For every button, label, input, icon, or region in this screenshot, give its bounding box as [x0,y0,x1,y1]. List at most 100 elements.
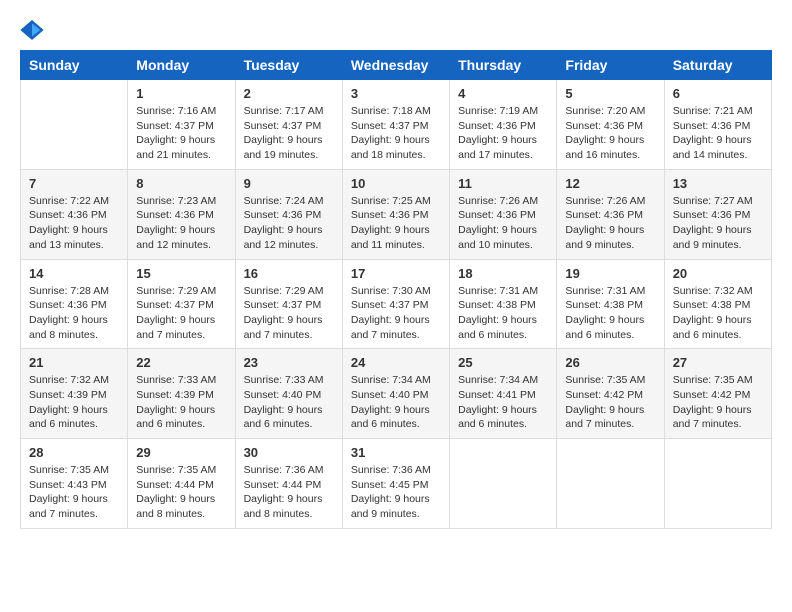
day-info: Sunrise: 7:32 AM Sunset: 4:39 PM Dayligh… [29,373,119,432]
day-number: 9 [244,176,334,191]
day-number: 1 [136,86,226,101]
day-number: 6 [673,86,763,101]
day-cell: 26 Sunrise: 7:35 AM Sunset: 4:42 PM Dayli… [557,349,664,439]
col-header-thursday: Thursday [450,51,557,80]
col-header-saturday: Saturday [664,51,771,80]
header [20,20,772,40]
day-number: 3 [351,86,441,101]
day-cell: 20 Sunrise: 7:32 AM Sunset: 4:38 PM Dayli… [664,259,771,349]
day-info: Sunrise: 7:29 AM Sunset: 4:37 PM Dayligh… [244,284,334,343]
day-info: Sunrise: 7:34 AM Sunset: 4:40 PM Dayligh… [351,373,441,432]
day-info: Sunrise: 7:35 AM Sunset: 4:42 PM Dayligh… [565,373,655,432]
day-info: Sunrise: 7:36 AM Sunset: 4:44 PM Dayligh… [244,463,334,522]
day-cell: 15Sunrise: 7:29 AM Sunset: 4:37 PM Dayli… [128,259,235,349]
day-number: 13 [673,176,763,191]
day-number: 8 [136,176,226,191]
day-cell: 24Sunrise: 7:34 AM Sunset: 4:40 PM Dayli… [342,349,449,439]
col-header-monday: Monday [128,51,235,80]
day-info: Sunrise: 7:26 AM Sunset: 4:36 PM Dayligh… [458,194,548,253]
week-row-5: 28 Sunrise: 7:35 AM Sunset: 4:43 PM Dayli… [21,439,772,529]
col-header-sunday: Sunday [21,51,128,80]
day-cell: 21Sunrise: 7:32 AM Sunset: 4:39 PM Dayli… [21,349,128,439]
day-info: Sunrise: 7:16 AM Sunset: 4:37 PM Dayligh… [136,104,226,163]
day-cell: 12 Sunrise: 7:26 AM Sunset: 4:36 PM Dayli… [557,169,664,259]
week-row-4: 21Sunrise: 7:32 AM Sunset: 4:39 PM Dayli… [21,349,772,439]
day-info: Sunrise: 7:33 AM Sunset: 4:40 PM Dayligh… [244,373,334,432]
day-number: 27 [673,355,763,370]
day-number: 7 [29,176,119,191]
day-number: 17 [351,266,441,281]
day-info: Sunrise: 7:36 AM Sunset: 4:45 PM Dayligh… [351,463,441,522]
day-info: Sunrise: 7:24 AM Sunset: 4:36 PM Dayligh… [244,194,334,253]
day-number: 11 [458,176,548,191]
day-number: 30 [244,445,334,460]
day-number: 28 [29,445,119,460]
day-number: 10 [351,176,441,191]
day-info: Sunrise: 7:31 AM Sunset: 4:38 PM Dayligh… [565,284,655,343]
day-cell [450,439,557,529]
day-number: 2 [244,86,334,101]
day-cell [557,439,664,529]
day-number: 31 [351,445,441,460]
day-cell: 16Sunrise: 7:29 AM Sunset: 4:37 PM Dayli… [235,259,342,349]
day-cell: 2 Sunrise: 7:17 AM Sunset: 4:37 PM Daylig… [235,80,342,170]
week-row-1: 1 Sunrise: 7:16 AM Sunset: 4:37 PM Daylig… [21,80,772,170]
day-cell: 5Sunrise: 7:20 AM Sunset: 4:36 PM Daylig… [557,80,664,170]
day-info: Sunrise: 7:22 AM Sunset: 4:36 PM Dayligh… [29,194,119,253]
day-info: Sunrise: 7:30 AM Sunset: 4:37 PM Dayligh… [351,284,441,343]
logo [20,20,48,40]
day-cell [21,80,128,170]
day-cell: 8Sunrise: 7:23 AM Sunset: 4:36 PM Daylig… [128,169,235,259]
day-info: Sunrise: 7:27 AM Sunset: 4:36 PM Dayligh… [673,194,763,253]
day-number: 22 [136,355,226,370]
week-row-3: 14 Sunrise: 7:28 AM Sunset: 4:36 PM Dayli… [21,259,772,349]
day-number: 26 [565,355,655,370]
day-number: 15 [136,266,226,281]
day-cell: 13 Sunrise: 7:27 AM Sunset: 4:36 PM Dayli… [664,169,771,259]
day-number: 29 [136,445,226,460]
day-cell: 22Sunrise: 7:33 AM Sunset: 4:39 PM Dayli… [128,349,235,439]
day-cell: 19 Sunrise: 7:31 AM Sunset: 4:38 PM Dayli… [557,259,664,349]
day-cell: 7 Sunrise: 7:22 AM Sunset: 4:36 PM Daylig… [21,169,128,259]
col-header-wednesday: Wednesday [342,51,449,80]
day-info: Sunrise: 7:35 AM Sunset: 4:43 PM Dayligh… [29,463,119,522]
day-cell: 17 Sunrise: 7:30 AM Sunset: 4:37 PM Dayli… [342,259,449,349]
day-cell: 10 Sunrise: 7:25 AM Sunset: 4:36 PM Dayli… [342,169,449,259]
day-cell [664,439,771,529]
day-info: Sunrise: 7:20 AM Sunset: 4:36 PM Dayligh… [565,104,655,163]
day-cell: 29 Sunrise: 7:35 AM Sunset: 4:44 PM Dayli… [128,439,235,529]
day-cell: 14 Sunrise: 7:28 AM Sunset: 4:36 PM Dayli… [21,259,128,349]
day-number: 20 [673,266,763,281]
day-cell: 1 Sunrise: 7:16 AM Sunset: 4:37 PM Daylig… [128,80,235,170]
day-info: Sunrise: 7:18 AM Sunset: 4:37 PM Dayligh… [351,104,441,163]
col-header-tuesday: Tuesday [235,51,342,80]
day-info: Sunrise: 7:35 AM Sunset: 4:44 PM Dayligh… [136,463,226,522]
day-info: Sunrise: 7:32 AM Sunset: 4:38 PM Dayligh… [673,284,763,343]
calendar-table: SundayMondayTuesdayWednesdayThursdayFrid… [20,50,772,529]
day-info: Sunrise: 7:31 AM Sunset: 4:38 PM Dayligh… [458,284,548,343]
day-cell: 27 Sunrise: 7:35 AM Sunset: 4:42 PM Dayli… [664,349,771,439]
day-info: Sunrise: 7:19 AM Sunset: 4:36 PM Dayligh… [458,104,548,163]
day-cell: 11 Sunrise: 7:26 AM Sunset: 4:36 PM Dayli… [450,169,557,259]
day-info: Sunrise: 7:21 AM Sunset: 4:36 PM Dayligh… [673,104,763,163]
day-info: Sunrise: 7:17 AM Sunset: 4:37 PM Dayligh… [244,104,334,163]
day-info: Sunrise: 7:28 AM Sunset: 4:36 PM Dayligh… [29,284,119,343]
day-number: 19 [565,266,655,281]
day-info: Sunrise: 7:25 AM Sunset: 4:36 PM Dayligh… [351,194,441,253]
day-cell: 3 Sunrise: 7:18 AM Sunset: 4:37 PM Daylig… [342,80,449,170]
day-number: 12 [565,176,655,191]
day-info: Sunrise: 7:35 AM Sunset: 4:42 PM Dayligh… [673,373,763,432]
day-number: 4 [458,86,548,101]
day-number: 18 [458,266,548,281]
day-cell: 28 Sunrise: 7:35 AM Sunset: 4:43 PM Dayli… [21,439,128,529]
day-cell: 18 Sunrise: 7:31 AM Sunset: 4:38 PM Dayli… [450,259,557,349]
week-row-2: 7 Sunrise: 7:22 AM Sunset: 4:36 PM Daylig… [21,169,772,259]
day-cell: 9 Sunrise: 7:24 AM Sunset: 4:36 PM Daylig… [235,169,342,259]
day-cell: 25Sunrise: 7:34 AM Sunset: 4:41 PM Dayli… [450,349,557,439]
day-info: Sunrise: 7:34 AM Sunset: 4:41 PM Dayligh… [458,373,548,432]
day-cell: 4 Sunrise: 7:19 AM Sunset: 4:36 PM Daylig… [450,80,557,170]
day-info: Sunrise: 7:26 AM Sunset: 4:36 PM Dayligh… [565,194,655,253]
day-number: 23 [244,355,334,370]
day-cell: 31 Sunrise: 7:36 AM Sunset: 4:45 PM Dayli… [342,439,449,529]
day-number: 14 [29,266,119,281]
